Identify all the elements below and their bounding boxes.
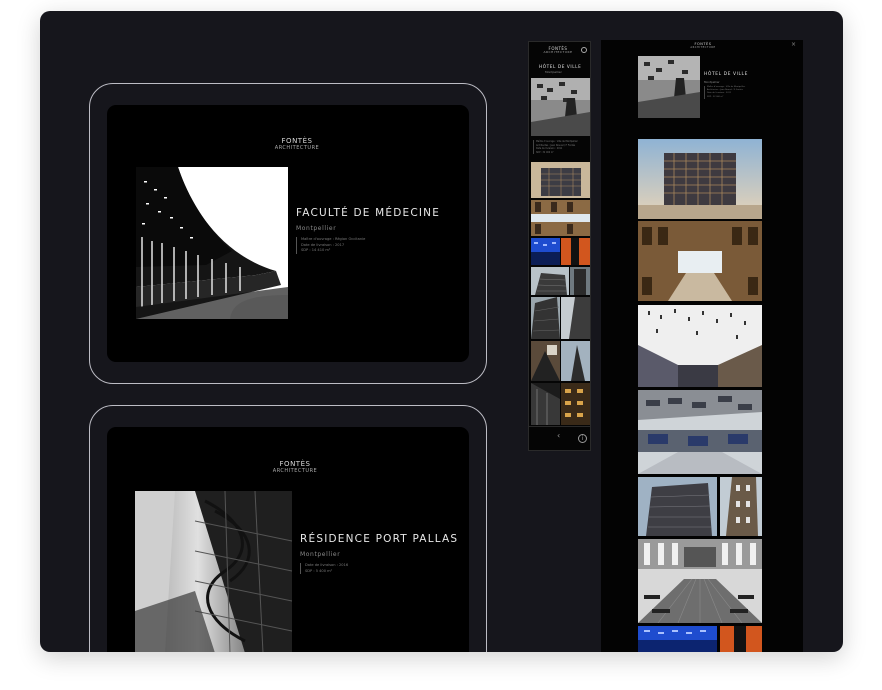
phone-screen: FONTÈS ARCHITECTURE HÔTEL DE VILLE Montp… bbox=[528, 41, 591, 451]
logo-subtext: ARCHITECTURE bbox=[690, 46, 716, 49]
phone-hero-photo[interactable] bbox=[531, 78, 590, 136]
logo-text: FONTÈS bbox=[281, 137, 313, 145]
gallery-photo-building[interactable] bbox=[638, 477, 717, 536]
gallery-photo-blue[interactable] bbox=[638, 626, 717, 652]
gallery-photo-atrium[interactable] bbox=[638, 221, 762, 301]
phone-gallery-photo[interactable] bbox=[561, 297, 590, 339]
photo-image bbox=[531, 238, 560, 265]
meta-line: Date de livraison : 2016 bbox=[305, 563, 349, 567]
phone-gallery-photo[interactable] bbox=[561, 341, 590, 381]
photo-image bbox=[638, 139, 762, 219]
showcase-panel: FONTÈS ARCHITECTURE FACULTÉ DE MÉDECINE … bbox=[40, 11, 843, 652]
photo-image bbox=[561, 238, 590, 265]
photo-image bbox=[638, 477, 717, 536]
phone-gallery-photo[interactable] bbox=[531, 162, 590, 198]
project-meta: Maître d'ouvrage : Ville de Montpellier … bbox=[533, 140, 578, 155]
meta-line: Maître d'ouvrage : Région Occitanie bbox=[301, 237, 366, 241]
photo-image bbox=[720, 626, 762, 652]
photo-image bbox=[531, 267, 569, 295]
photo-image bbox=[638, 539, 762, 623]
photo-image bbox=[531, 162, 590, 198]
meta-line: SDP : 14 410 m² bbox=[301, 248, 331, 253]
project-title: RÉSIDENCE PORT PALLAS bbox=[300, 533, 459, 545]
tablet-screen-2: FONTÈS ARCHITECTURE RÉSIDENCE PORT PALLA… bbox=[107, 427, 469, 652]
photo-image bbox=[638, 56, 700, 118]
gallery-photo-plaza[interactable] bbox=[638, 539, 762, 623]
logo-text: FONTÈS bbox=[279, 460, 311, 468]
gallery-photo-orange[interactable] bbox=[720, 626, 762, 652]
logo-subtext: ARCHITECTURE bbox=[274, 145, 320, 151]
photo-image bbox=[135, 491, 292, 652]
project-city: Montpellier bbox=[300, 551, 341, 558]
phone-gallery-photo[interactable] bbox=[561, 238, 590, 265]
gallery-photo-ceiling[interactable] bbox=[638, 305, 762, 387]
project-photo-faculte[interactable] bbox=[136, 167, 288, 319]
close-icon[interactable]: × bbox=[791, 41, 796, 48]
project-city: Montpellier bbox=[296, 225, 337, 232]
logo-subtext: ARCHITECTURE bbox=[272, 468, 318, 474]
gallery-photo-facade[interactable] bbox=[638, 139, 762, 219]
project-title: FACULTÉ DE MÉDECINE bbox=[296, 207, 441, 219]
photo-image bbox=[561, 297, 590, 339]
photo-image bbox=[570, 267, 590, 295]
brand-logo: FONTÈS ARCHITECTURE bbox=[257, 137, 337, 151]
photo-image bbox=[531, 200, 590, 236]
photo-image bbox=[638, 221, 762, 301]
tablet-frame-1: FONTÈS ARCHITECTURE FACULTÉ DE MÉDECINE … bbox=[89, 83, 487, 384]
photo-image bbox=[561, 383, 590, 425]
brand-logo: FONTÈS ARCHITECTURE bbox=[689, 42, 717, 49]
phone-gallery-photo[interactable] bbox=[531, 238, 560, 265]
photo-image bbox=[531, 78, 590, 136]
phone-gallery-photo[interactable] bbox=[570, 267, 590, 295]
project-title: HÔTEL DE VILLE bbox=[704, 72, 748, 77]
chevron-left-icon[interactable]: ‹ bbox=[557, 431, 560, 440]
project-city: Montpellier bbox=[545, 70, 562, 74]
project-title: HÔTEL DE VILLE bbox=[539, 64, 582, 69]
phone-gallery-photo[interactable] bbox=[531, 341, 560, 381]
project-city: Montpellier bbox=[704, 80, 720, 84]
tablet-frame-2: FONTÈS ARCHITECTURE RÉSIDENCE PORT PALLA… bbox=[89, 405, 487, 652]
photo-image bbox=[638, 390, 762, 474]
meta-line: SDP : 5 400 m² bbox=[305, 568, 333, 573]
photo-image bbox=[531, 341, 560, 381]
phone-gallery-photo[interactable] bbox=[531, 200, 590, 236]
project-meta: Maître d'ouvrage : Ville de Montpellier … bbox=[704, 86, 745, 99]
info-icon[interactable]: i bbox=[578, 434, 587, 443]
project-photo-port-pallas[interactable] bbox=[135, 491, 292, 652]
photo-image bbox=[531, 297, 560, 339]
tablet-screen-1: FONTÈS ARCHITECTURE FACULTÉ DE MÉDECINE … bbox=[107, 105, 469, 362]
photo-image bbox=[136, 167, 288, 319]
meta-line: SDP : 32 000 m² bbox=[707, 95, 724, 98]
photo-image bbox=[638, 305, 762, 387]
phone-gallery-photo[interactable] bbox=[531, 297, 560, 339]
brand-logo: FONTÈS ARCHITECTURE bbox=[539, 46, 577, 55]
logo-subtext: ARCHITECTURE bbox=[543, 50, 573, 54]
photo-image bbox=[720, 477, 762, 536]
phone-gallery-photo[interactable] bbox=[561, 383, 590, 425]
portrait-page: FONTÈS ARCHITECTURE × HÔTEL DE VILLE Mon… bbox=[601, 40, 803, 652]
project-meta: Date de livraison : 2016 SDP : 5 400 m² bbox=[300, 563, 349, 575]
divider bbox=[529, 426, 590, 427]
photo-image bbox=[561, 341, 590, 381]
project-meta: Maître d'ouvrage : Région Occitanie Date… bbox=[296, 237, 365, 254]
page-hero-photo[interactable] bbox=[638, 56, 700, 118]
meta-line: SDP : 32 000 m² bbox=[536, 150, 554, 154]
phone-gallery-photo[interactable] bbox=[531, 383, 560, 425]
menu-icon[interactable] bbox=[581, 47, 587, 53]
gallery-photo-tower[interactable] bbox=[720, 477, 762, 536]
phone-gallery-photo[interactable] bbox=[531, 267, 569, 295]
photo-image bbox=[531, 383, 560, 425]
gallery-photo-hall[interactable] bbox=[638, 390, 762, 474]
brand-logo: FONTÈS ARCHITECTURE bbox=[255, 460, 335, 474]
photo-image bbox=[638, 626, 717, 652]
